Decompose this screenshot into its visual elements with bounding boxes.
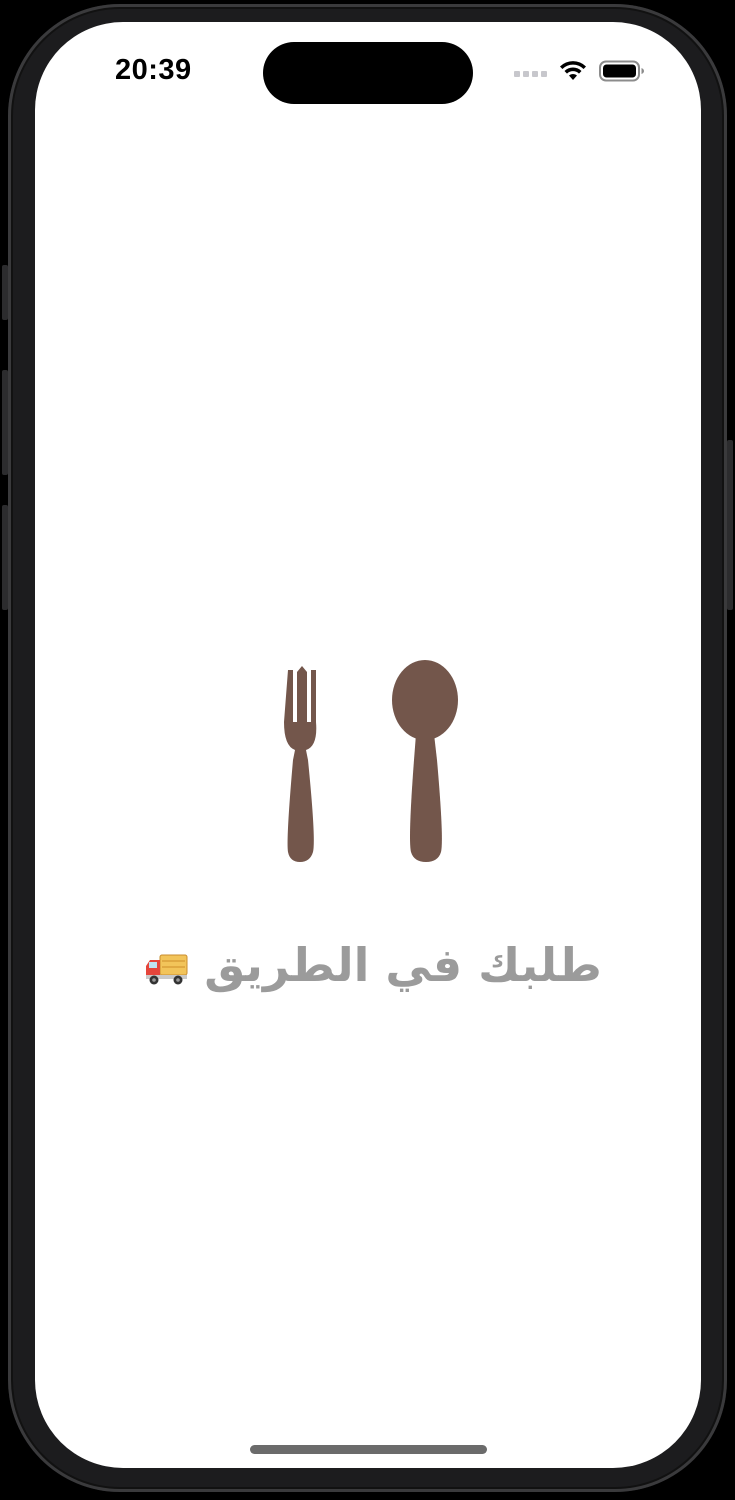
home-indicator[interactable] [250, 1445, 487, 1454]
device-frame: 20:39 طلبك في الطريق [0, 0, 735, 1500]
delivery-truck-icon [146, 954, 188, 984]
screen: 20:39 طلبك في الطريق [35, 22, 701, 1468]
fork-and-spoon-icon [284, 660, 458, 862]
order-on-the-way-message: طلبك في الطريق [35, 938, 701, 992]
order-status-text: طلبك في الطريق [204, 938, 602, 992]
order-status-view: طلبك في الطريق [35, 22, 701, 1468]
power-button [727, 440, 733, 610]
